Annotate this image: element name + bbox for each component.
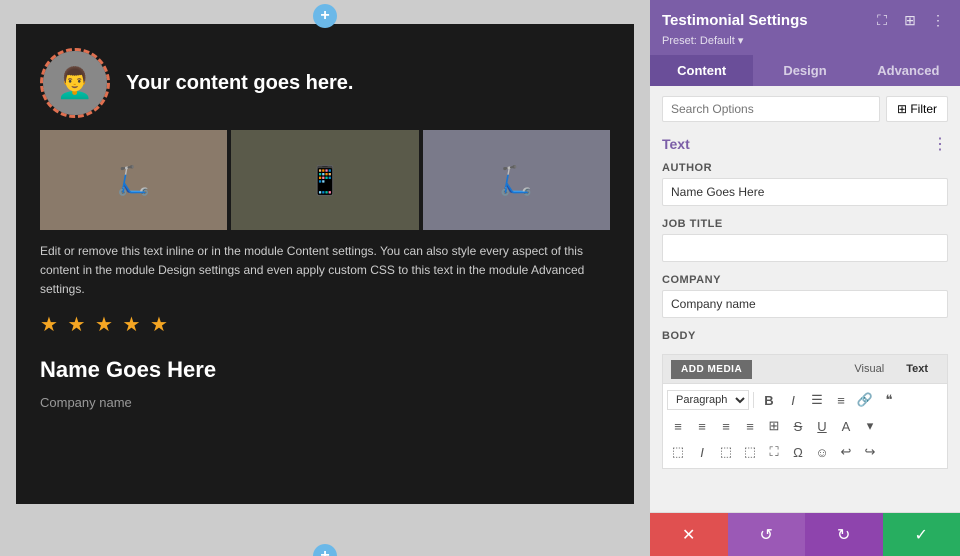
star-rating: ★ ★ ★ ★ ★ [40,312,610,337]
font-color-button[interactable]: A [835,415,857,437]
search-row: ⊞ Filter [662,96,948,122]
toolbar-row-2: ≡ ≡ ≡ ≡ ⊞ S U A ▾ [667,413,943,439]
editor-toolbar-top: ADD MEDIA Visual Text [662,354,948,383]
author-input[interactable] [662,178,948,206]
table-button[interactable]: ⊞ [763,415,785,437]
special-char-button[interactable]: Ω [787,441,809,463]
tab-content[interactable]: Content [650,55,753,86]
link-button[interactable]: 🔗 [854,389,876,411]
more-format-button[interactable]: ▾ [859,415,881,437]
align-right-button[interactable]: ≡ [715,415,737,437]
job-title-field-group: Job Title [662,218,948,262]
avatar-image: 👨‍🦱 [43,51,107,115]
paragraph-select[interactable]: Paragraph [667,390,749,410]
format-italic-button[interactable]: I [691,441,713,463]
section-more-icon[interactable]: ⋮ [932,134,948,154]
company-display: Company name [40,395,610,410]
cancel-button[interactable]: ✕ [650,513,728,556]
image-2: 📱 [231,130,418,230]
image-3: 🛴 [423,130,610,230]
toolbar-row-1: Paragraph B I ☰ ≡ 🔗 ❝ [667,387,943,413]
unordered-list-button[interactable]: ☰ [806,389,828,411]
fullscreen-icon[interactable]: ⛶ [872,10,892,30]
top-add-button[interactable]: + [313,4,337,28]
avatar: 👨‍🦱 [40,48,110,118]
search-input[interactable] [662,96,880,122]
redo-editor-button[interactable]: ↪ [859,441,881,463]
align-justify-button[interactable]: ≡ [739,415,761,437]
blockquote-button[interactable]: ❝ [878,389,900,411]
underline-button[interactable]: U [811,415,833,437]
undo-button[interactable]: ↺ [728,513,806,556]
save-button[interactable]: ✓ [883,513,960,556]
image-row: 🛴 📱 🛴 [40,130,610,230]
testimonial-module: 👨‍🦱 Your content goes here. 🛴 📱 🛴 Edit o… [16,24,634,504]
author-name: Name Goes Here [40,357,610,383]
text-section-header: Text ⋮ [662,134,948,154]
divider-1 [753,392,754,408]
embed-button[interactable]: ⬚ [667,441,689,463]
panel-footer: ✕ ↺ ↻ ✓ [650,512,960,556]
company-input[interactable] [662,290,948,318]
body-field-group: Body [662,330,948,342]
editor-toolbar: Paragraph B I ☰ ≡ 🔗 ❝ ≡ ≡ ≡ ≡ ⊞ S U A ▾ [662,383,948,469]
job-title-input[interactable] [662,234,948,262]
content-area: + 👨‍🦱 Your content goes here. 🛴 📱 🛴 Edit… [0,0,650,556]
tab-advanced[interactable]: Advanced [857,55,960,86]
job-title-label: Job Title [662,218,948,230]
text-tab[interactable]: Text [895,359,939,379]
section-title: Text [662,136,690,152]
redo-button[interactable]: ↻ [805,513,883,556]
image-1: 🛴 [40,130,227,230]
more-icon[interactable]: ⋮ [928,10,948,30]
panel-title-icons: ⛶ ⊞ ⋮ [872,10,948,30]
visual-text-tabs: Visual Text [843,359,939,379]
toolbar-row-3: ⬚ I ⬚ ⬚ ⛶ Ω ☺ ↩ ↪ [667,439,943,465]
bottom-add-button[interactable]: + [313,544,337,556]
indent-button[interactable]: ⬚ [715,441,737,463]
panel-tabs: Content Design Advanced [650,55,960,86]
hero-title: Your content goes here. [126,72,353,95]
settings-panel: Testimonial Settings ⛶ ⊞ ⋮ Preset: Defau… [650,0,960,556]
filter-button[interactable]: ⊞ Filter [886,96,948,122]
panel-header: Testimonial Settings ⛶ ⊞ ⋮ Preset: Defau… [650,0,960,86]
company-field-group: Company [662,274,948,318]
align-left-button[interactable]: ≡ [667,415,689,437]
fullscreen-editor-button[interactable]: ⛶ [763,441,785,463]
strikethrough-button[interactable]: S [787,415,809,437]
body-label: Body [662,330,948,342]
align-center-button[interactable]: ≡ [691,415,713,437]
outdent-button[interactable]: ⬚ [739,441,761,463]
panel-body: ⊞ Filter Text ⋮ Author Job Title Company… [650,86,960,512]
author-label: Author [662,162,948,174]
columns-icon[interactable]: ⊞ [900,10,920,30]
ordered-list-button[interactable]: ≡ [830,389,852,411]
preset-selector[interactable]: Preset: Default ▾ [662,34,948,47]
add-media-button[interactable]: ADD MEDIA [671,360,752,379]
italic-button[interactable]: I [782,389,804,411]
author-field-group: Author [662,162,948,206]
visual-tab[interactable]: Visual [843,359,895,379]
undo-editor-button[interactable]: ↩ [835,441,857,463]
company-label: Company [662,274,948,286]
panel-title: Testimonial Settings [662,12,808,29]
emoji-button[interactable]: ☺ [811,441,833,463]
body-text: Edit or remove this text inline or in th… [40,242,610,300]
bold-button[interactable]: B [758,389,780,411]
tab-design[interactable]: Design [753,55,856,86]
